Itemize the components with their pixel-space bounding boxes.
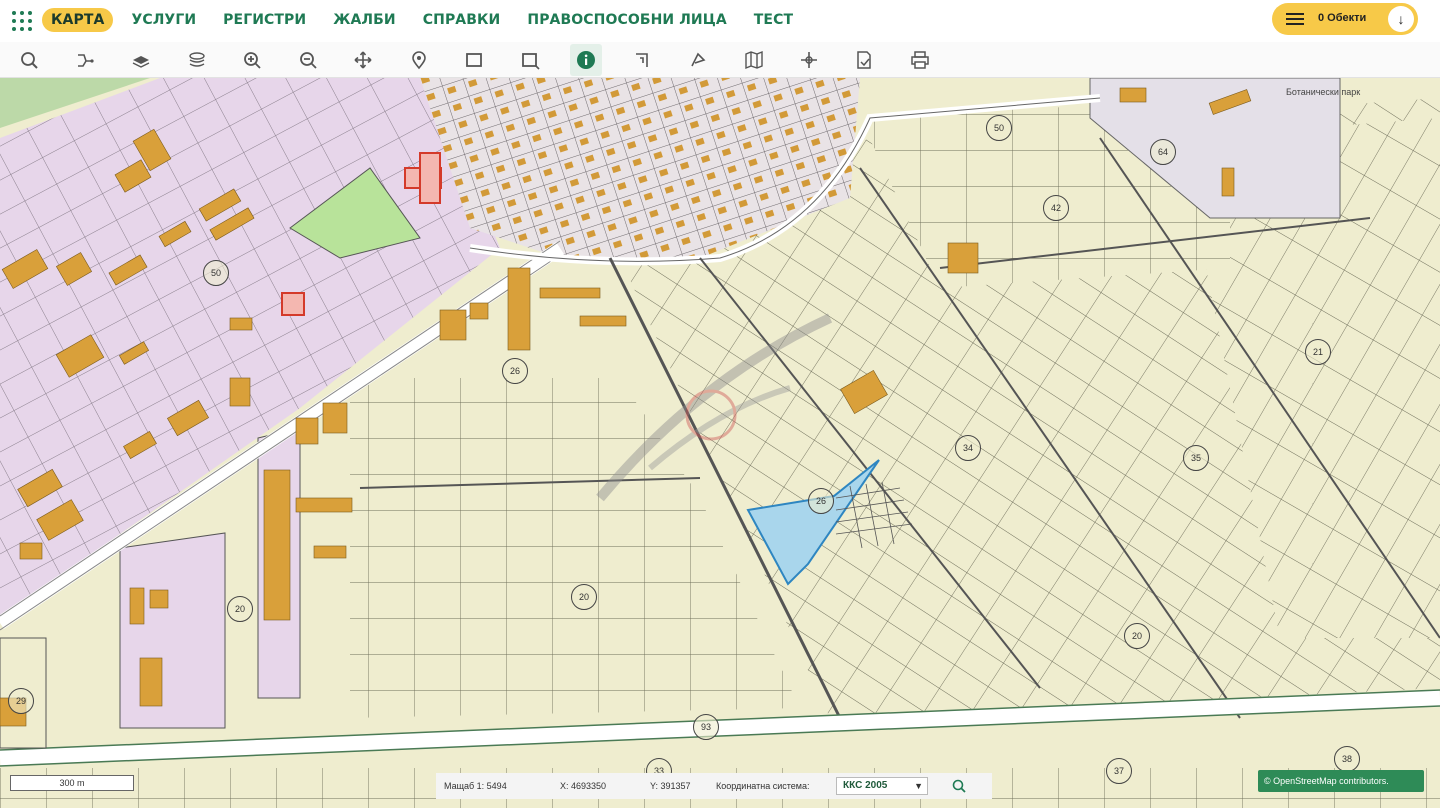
- zoom-out-icon[interactable]: [292, 44, 324, 76]
- download-icon[interactable]: ↓: [1388, 6, 1414, 32]
- crosshair-icon[interactable]: [793, 44, 825, 76]
- chevron-down-icon: ▼: [914, 781, 923, 791]
- select-rect-icon[interactable]: [458, 44, 490, 76]
- crs-caption: Координатна система:: [716, 781, 810, 791]
- print-icon[interactable]: [904, 44, 936, 76]
- parcel-number[interactable]: 29: [8, 688, 34, 714]
- top-navigation: КАРТА УСЛУГИ РЕГИСТРИ ЖАЛБИ СПРАВКИ ПРАВОСПОС…: [0, 0, 1440, 42]
- scale-bar-label: 300 m: [59, 778, 85, 788]
- parcel-number[interactable]: 21: [1305, 339, 1331, 365]
- parcel-number[interactable]: 42: [1043, 195, 1069, 221]
- coordinate-search-icon[interactable]: [948, 776, 970, 796]
- nav-item-2[interactable]: УСЛУГИ: [122, 8, 205, 32]
- nav-item-7[interactable]: ТЕСТ: [745, 8, 802, 32]
- parcel-number[interactable]: 34: [955, 435, 981, 461]
- attribution-label: © OpenStreetMap contributors.: [1264, 776, 1389, 786]
- nav-item-3[interactable]: РЕГИСТРИ: [214, 8, 315, 32]
- pin-icon[interactable]: [403, 44, 435, 76]
- layers-icon[interactable]: [125, 44, 157, 76]
- report-icon[interactable]: [848, 44, 880, 76]
- nav-item-6[interactable]: ПРАВОСПОСОБНИ ЛИЦА: [518, 8, 735, 32]
- scale-readout: Мащаб 1: 5494: [444, 781, 507, 791]
- status-bar: Мащаб 1: 5494 X: 4693350 Y: 391357 Коорд…: [436, 773, 992, 799]
- measure-icon[interactable]: [682, 44, 714, 76]
- layers-stack-icon[interactable]: [181, 44, 213, 76]
- nav-item-1[interactable]: КАРТА: [42, 8, 114, 32]
- pan-icon[interactable]: [347, 44, 379, 76]
- scale-bar: 300 m: [10, 775, 134, 791]
- crs-select[interactable]: ККС 2005 ▼: [836, 777, 928, 795]
- map-canvas[interactable]: Ботанически парк: [0, 78, 1440, 808]
- parcel-number[interactable]: 20: [571, 584, 597, 610]
- measure-angle-icon[interactable]: [626, 44, 658, 76]
- info-icon[interactable]: [570, 44, 602, 76]
- parcel-number[interactable]: 37: [1106, 758, 1132, 784]
- osm-attribution[interactable]: © OpenStreetMap contributors.: [1258, 770, 1424, 792]
- x-coordinate: X: 4693350: [560, 781, 607, 791]
- parcel-number[interactable]: 26: [808, 488, 834, 514]
- route-icon[interactable]: [69, 44, 101, 76]
- parcel-number[interactable]: 20: [1124, 623, 1150, 649]
- place-label: Ботанически парк: [1286, 87, 1360, 97]
- parcel-number[interactable]: 93: [693, 714, 719, 740]
- y-coordinate: Y: 391357: [650, 781, 691, 791]
- parcel-number[interactable]: 50: [986, 115, 1012, 141]
- main-menu: КАРТА УСЛУГИ РЕГИСТРИ ЖАЛБИ СПРАВКИ ПРАВОСПОС…: [42, 8, 811, 32]
- parcel-number[interactable]: 20: [227, 596, 253, 622]
- nav-item-4[interactable]: ЖАЛБИ: [324, 8, 405, 32]
- objects-count: 0 Обекти: [1318, 12, 1367, 24]
- parcel-number[interactable]: 26: [502, 358, 528, 384]
- zoom-in-icon[interactable]: [236, 44, 268, 76]
- search-icon[interactable]: [13, 44, 45, 76]
- map-toolbar: [0, 42, 1440, 78]
- select-rect-alt-icon[interactable]: [514, 44, 546, 76]
- parcel-number[interactable]: 64: [1150, 139, 1176, 165]
- apps-grid-icon[interactable]: [12, 11, 32, 31]
- crs-value: ККС 2005: [843, 780, 888, 791]
- nav-item-5[interactable]: СПРАВКИ: [414, 8, 510, 32]
- map-book-icon[interactable]: [738, 44, 770, 76]
- objects-button[interactable]: 0 Обекти ↓: [1272, 3, 1418, 35]
- parcel-number[interactable]: 38: [1334, 746, 1360, 772]
- menu-icon: [1286, 13, 1304, 25]
- parcel-number[interactable]: 35: [1183, 445, 1209, 471]
- parcel-number[interactable]: 50: [203, 260, 229, 286]
- cadastral-map[interactable]: Ботанически парк 50 64 42 50 26 21 34 35 26 20 20 2…: [0, 78, 1440, 808]
